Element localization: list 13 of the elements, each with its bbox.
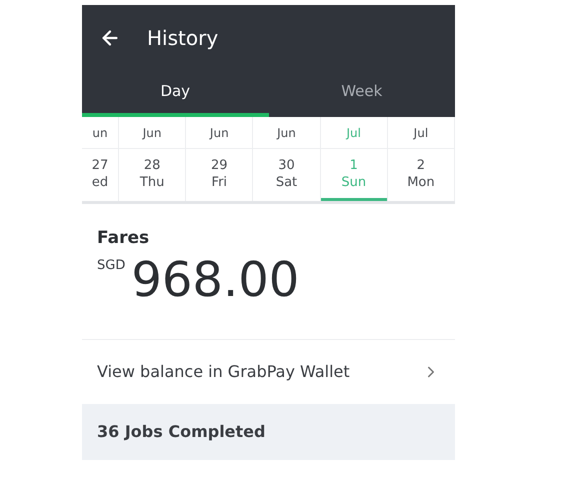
page-title: History (147, 24, 218, 52)
jobs-summary: 36 Jobs Completed (82, 404, 455, 460)
currency-label: SGD (97, 256, 126, 274)
date-item[interactable]: Jun 29 Fri (186, 117, 254, 201)
fares-amount: 968.00 (131, 252, 300, 308)
tab[interactable]: Day (82, 70, 268, 117)
date-item[interactable]: un 27 ed (82, 117, 119, 201)
date-item[interactable]: Jun 28 Thu (119, 117, 186, 201)
wallet-link[interactable]: View balance in GrabPay Wallet (82, 340, 455, 404)
date-item[interactable]: Jun 30 Sat (253, 117, 321, 201)
fares-title: Fares (97, 227, 150, 250)
date-item[interactable]: Jul 2 Mon (388, 117, 456, 201)
tab[interactable]: Week (268, 70, 455, 117)
